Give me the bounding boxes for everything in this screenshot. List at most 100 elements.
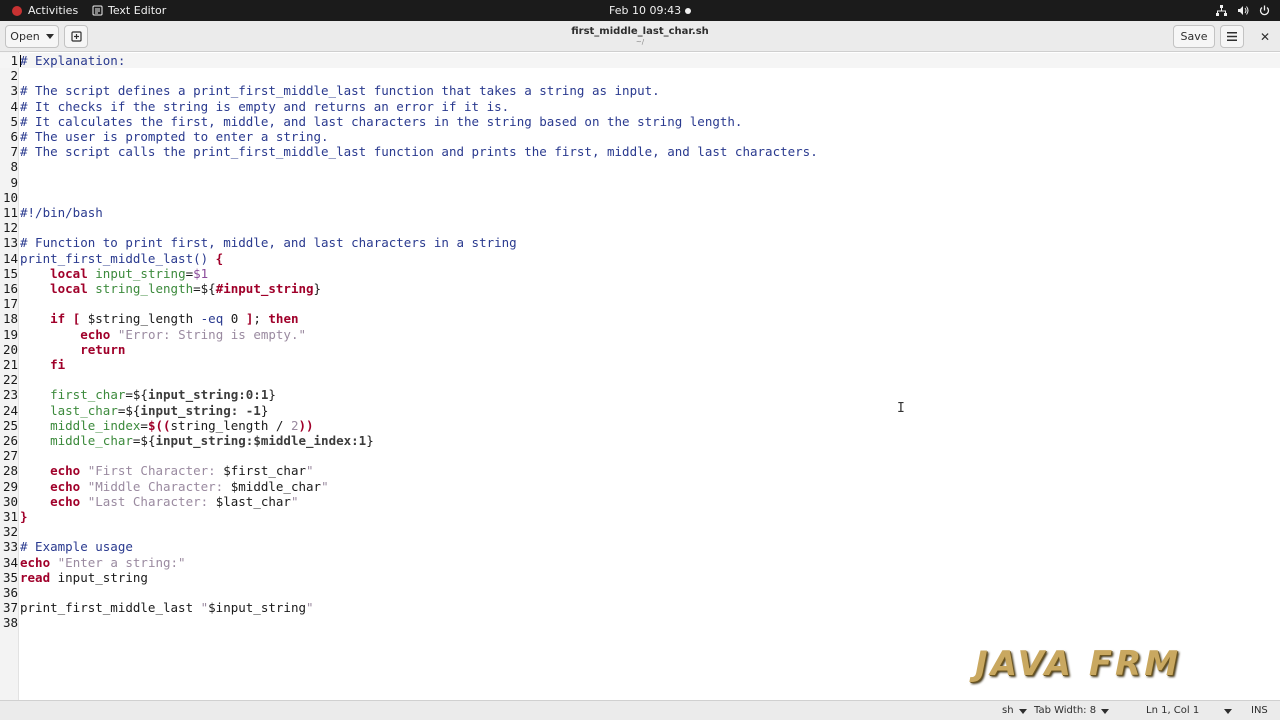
code-line[interactable]: 16 local string_length=${#input_string}: [0, 281, 1280, 296]
code-text: print_first_middle_last "$input_string": [20, 600, 314, 615]
code-line[interactable]: 21 fi: [0, 357, 1280, 372]
code-line[interactable]: 17: [0, 296, 1280, 311]
code-token: string_length: [95, 281, 194, 296]
code-token: }: [20, 509, 28, 524]
code-line[interactable]: 15 local input_string=$1: [0, 266, 1280, 281]
code-text: # It checks if the string is empty and r…: [20, 99, 509, 114]
code-line[interactable]: 23 first_char=${input_string:0:1}: [0, 387, 1280, 402]
code-line[interactable]: 4 # It checks if the string is empty and …: [0, 99, 1280, 114]
code-line[interactable]: 5 # It calculates the first, middle, and …: [0, 114, 1280, 129]
code-token: #!/bin/bash: [20, 205, 103, 220]
code-token: # The script calls the print_first_middl…: [20, 144, 818, 160]
code-token: ": [321, 478, 329, 494]
code-token: =: [140, 417, 148, 433]
code-token: middle_index: [50, 417, 141, 433]
power-icon: [1259, 5, 1270, 16]
line-number: 26: [2, 433, 18, 448]
code-line[interactable]: 14 print_first_middle_last() {: [0, 251, 1280, 266]
code-line[interactable]: 13 # Function to print first, middle, and…: [0, 235, 1280, 250]
code-line[interactable]: 32: [0, 524, 1280, 539]
tab-width-selector[interactable]: Tab Width: 8: [1034, 701, 1110, 720]
code-token: =${: [117, 402, 141, 418]
code-line[interactable]: 9: [0, 175, 1280, 190]
code-token: =${: [132, 433, 156, 448]
line-number: 3: [10, 83, 18, 99]
code-text: middle_char=${input_string:$middle_index…: [20, 433, 374, 448]
line-number: 16: [2, 281, 18, 296]
system-tray[interactable]: [1216, 0, 1270, 21]
code-token: # It calculates the first, middle, and l…: [20, 113, 743, 129]
code-line[interactable]: 31}: [0, 509, 1280, 524]
code-token: =${: [125, 387, 148, 403]
line-number: 9: [10, 174, 18, 190]
line-number: 32: [2, 524, 18, 540]
app-menu[interactable]: Text Editor: [92, 0, 166, 21]
code-text: echo "Error: String is empty.": [20, 327, 306, 342]
code-line[interactable]: 12: [0, 220, 1280, 235]
close-window-button[interactable]: ✕: [1254, 25, 1276, 48]
code-line[interactable]: 36: [0, 585, 1280, 600]
code-line[interactable]: 37 print_first_middle_last "$input_string…: [0, 600, 1280, 615]
code-line[interactable]: 33 # Example usage: [0, 539, 1280, 554]
code-line[interactable]: 2: [0, 68, 1280, 83]
header-bar: Open first_middle_last_char.sh ~/ Save ✕: [0, 21, 1280, 52]
code-line[interactable]: 8: [0, 159, 1280, 174]
app-name: Text Editor: [108, 4, 167, 17]
code-line[interactable]: 29 echo "Middle Character: $middle_char": [0, 479, 1280, 494]
code-line[interactable]: 34 echo "Enter a string:": [0, 555, 1280, 570]
save-button[interactable]: Save: [1173, 25, 1215, 48]
code-token: }: [260, 402, 269, 418]
activities-button[interactable]: Activities: [12, 0, 78, 21]
language-selector[interactable]: sh: [1002, 701, 1027, 720]
code-line[interactable]: 26 middle_char=${input_string:$middle_in…: [0, 433, 1280, 448]
code-line[interactable]: 25 middle_index=$((string_length / 2)): [0, 418, 1280, 433]
insert-mode-indicator[interactable]: INS: [1251, 701, 1268, 720]
code-token: 0: [223, 311, 246, 327]
code-line[interactable]: 6 # The user is prompted to enter a strin…: [0, 129, 1280, 144]
code-text: fi: [20, 357, 65, 372]
code-token: fi: [50, 357, 66, 372]
code-text: echo "Last Character: $last_char": [20, 494, 298, 509]
code-token: $middle_char: [230, 478, 322, 494]
code-line[interactable]: 27: [0, 448, 1280, 463]
code-line[interactable]: 28 echo "First Character: $first_char": [0, 463, 1280, 478]
document-path: ~/: [635, 38, 645, 46]
code-line[interactable]: 3 # The script defines a print_first_midd…: [0, 83, 1280, 98]
code-token: # The user is prompted to enter a string…: [20, 129, 329, 144]
code-line[interactable]: 1 # Explanation:: [0, 53, 1280, 68]
code-line[interactable]: 38: [0, 615, 1280, 630]
line-number: 17: [2, 296, 18, 312]
code-line[interactable]: 22: [0, 372, 1280, 387]
clock[interactable]: Feb 10 09:43: [609, 0, 681, 21]
main-menu-button[interactable]: [1220, 25, 1244, 48]
code-line[interactable]: 10: [0, 190, 1280, 205]
code-token: local: [50, 281, 88, 296]
code-line[interactable]: 24 last_char=${input_string: -1}: [0, 403, 1280, 418]
code-token: local: [50, 265, 88, 281]
code-line[interactable]: 30 echo "Last Character: $last_char": [0, 494, 1280, 509]
code-line[interactable]: 18 if [ $string_length -eq 0 ]; then: [0, 311, 1280, 326]
line-number: 8: [10, 159, 18, 175]
code-text: echo "First Character: $first_char": [20, 463, 313, 478]
code-line[interactable]: 20 return: [0, 342, 1280, 357]
document-title: first_middle_last_char.sh: [571, 26, 709, 37]
tab-width-label: Tab Width: 8: [1034, 705, 1097, 716]
code-editor[interactable]: 1 # Explanation: 2 3 # The script defines a …: [0, 52, 1280, 700]
code-text: }: [20, 509, 28, 524]
new-tab-button[interactable]: [64, 25, 88, 48]
activities-label: Activities: [28, 4, 79, 17]
code-line[interactable]: 19 echo "Error: String is empty.": [0, 327, 1280, 342]
code-text: # Example usage: [20, 539, 133, 554]
open-button[interactable]: Open: [5, 25, 59, 48]
code-line[interactable]: 7 # The script calls the print_first_midd…: [0, 144, 1280, 159]
code-line[interactable]: 35 read input_string: [0, 570, 1280, 585]
gnome-top-bar: Activities Text Editor Feb 10 09:43: [0, 0, 1280, 21]
code-line[interactable]: 11 #!/bin/bash: [0, 205, 1280, 220]
line-number: 30: [2, 493, 18, 509]
cursor-position-selector[interactable]: Ln 1, Col 1: [1146, 701, 1233, 720]
